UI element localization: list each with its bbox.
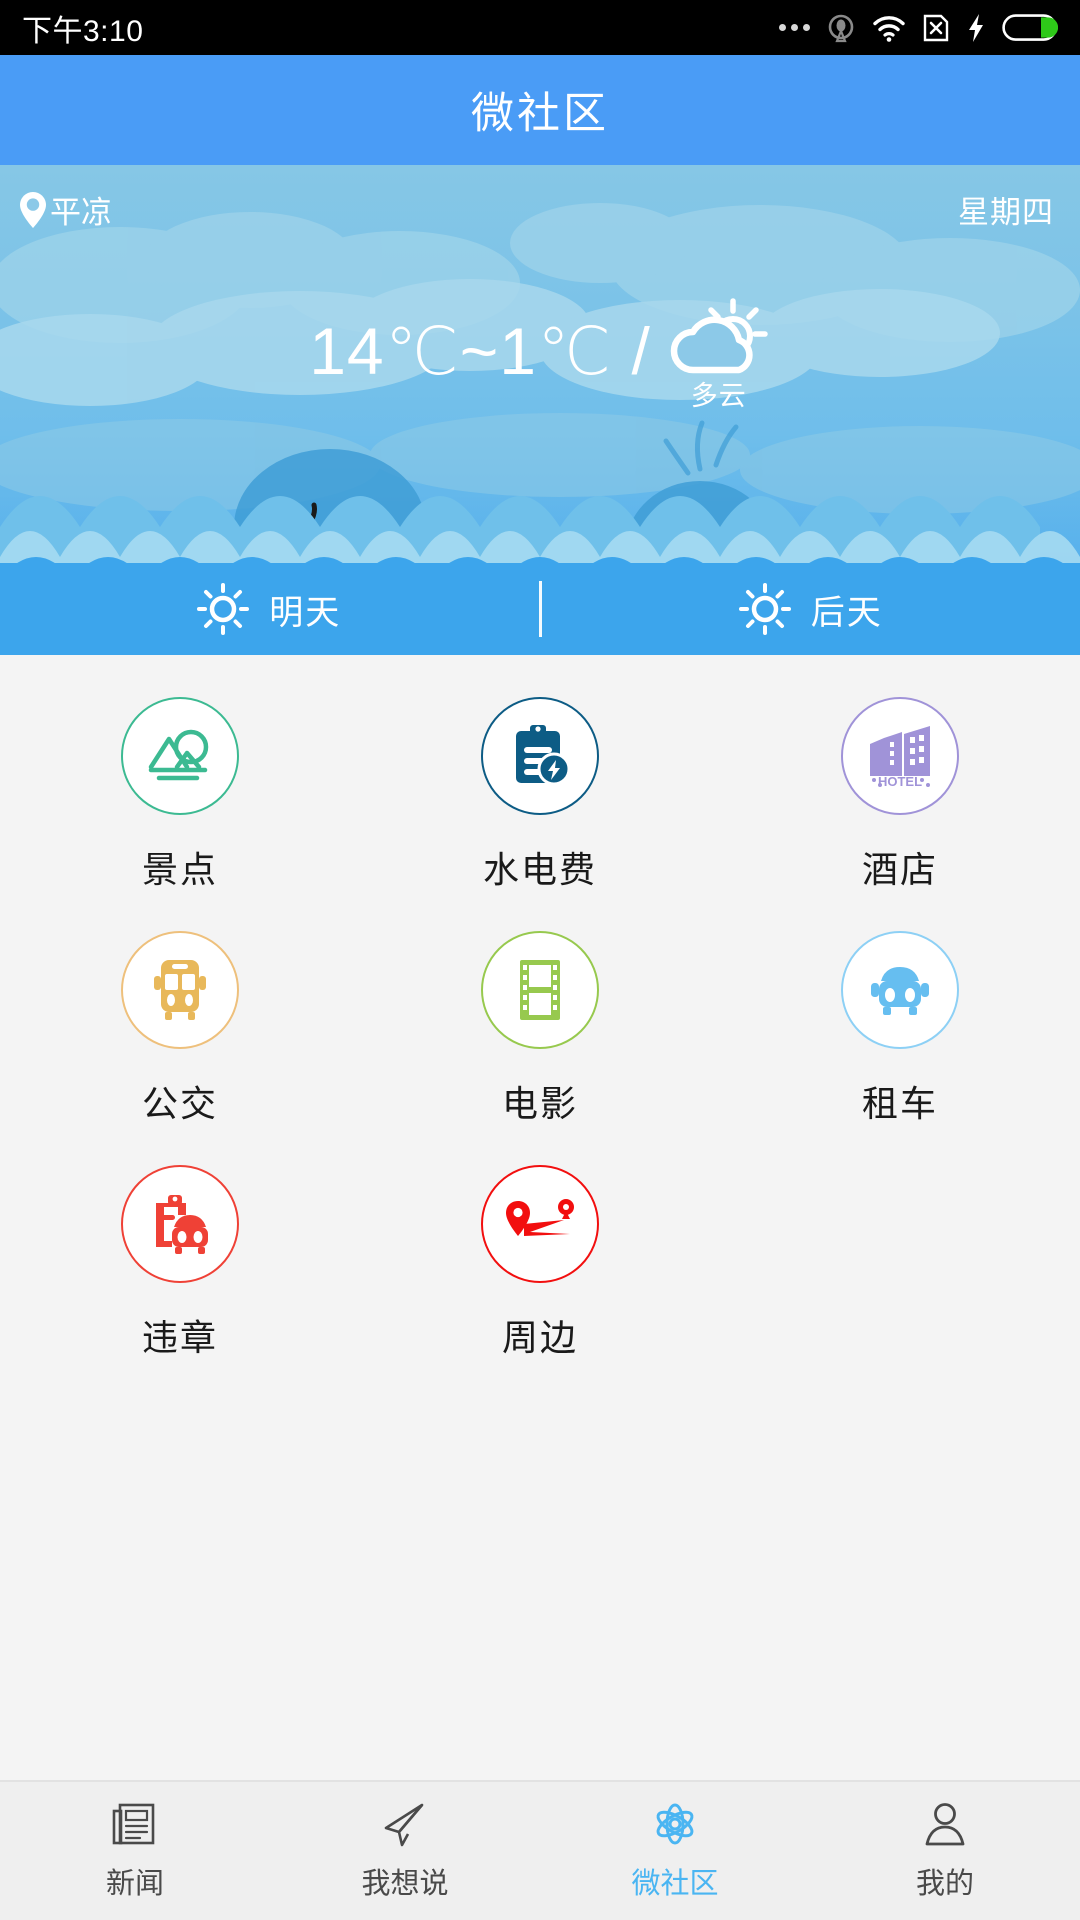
service-grid-row: 景点 水电费 HOTEL 酒店 (0, 697, 1080, 931)
service-grid-row: 违章 周边 (0, 1165, 1080, 1399)
clipboard-bolt-icon (516, 725, 571, 786)
utilities-icon-circle (481, 697, 599, 815)
car-icon (871, 967, 929, 1015)
service-label: 水电费 (482, 849, 597, 890)
service-item-utilities[interactable]: 水电费 (360, 697, 720, 931)
app-header: 微社区 (0, 55, 1080, 165)
service-grid: 景点 水电费 HOTEL 酒店 公交 电影 租车 违章 周边 (0, 655, 1080, 1693)
tab-label: 新闻 (105, 1868, 164, 1900)
status-icon-tray (779, 12, 1058, 44)
tab-i-want-to-say[interactable]: 我想说 (270, 1782, 540, 1920)
battery-icon (1002, 13, 1058, 41)
more-dots-icon (779, 24, 810, 31)
wifi-icon (873, 15, 905, 42)
service-item-bus[interactable]: 公交 (0, 931, 360, 1165)
hotel-buildings-icon: HOTEL (870, 726, 930, 788)
paper-plane-icon (384, 1803, 424, 1847)
weather-condition: 多云 (667, 296, 771, 413)
person-icon (925, 1803, 965, 1846)
service-item-scenic[interactable]: 景点 (0, 697, 360, 931)
service-grid-row: 公交 电影 租车 (0, 931, 1080, 1165)
sim-missing-icon (923, 14, 949, 41)
bus-icon-circle (121, 931, 239, 1049)
temperature-range: 14℃~1℃ / (309, 314, 651, 388)
service-item-violation[interactable]: 违章 (0, 1165, 360, 1399)
newspaper-icon (112, 1803, 155, 1845)
service-label: 公交 (141, 1083, 218, 1124)
service-item-movies[interactable]: 电影 (360, 931, 720, 1165)
service-label: 周边 (501, 1317, 578, 1358)
service-label: 租车 (861, 1083, 938, 1124)
tab-news[interactable]: 新闻 (0, 1782, 270, 1920)
page-title: 微社区 (471, 90, 609, 138)
carrental-icon-circle (841, 931, 959, 1049)
charging-bolt-icon (969, 13, 983, 42)
mountain-landscape-icon (148, 729, 209, 781)
film-strip-icon (520, 960, 560, 1020)
nearby-icon-circle (481, 1165, 599, 1283)
service-item-nearby[interactable]: 周边 (360, 1165, 720, 1399)
forecast-tomorrow-label: 明天 (269, 593, 342, 632)
service-item-carrental[interactable]: 租车 (720, 931, 1080, 1165)
tab-micro-community[interactable]: 微社区 (540, 1782, 810, 1920)
map-pin-icon (20, 191, 46, 228)
sun-icon (738, 583, 791, 635)
forecast-day-after-label: 后天 (810, 593, 883, 632)
violation-icon-circle (121, 1165, 239, 1283)
service-item-hotel[interactable]: HOTEL 酒店 (720, 697, 1080, 931)
condition-label: 多云 (690, 381, 747, 411)
atom-flower-icon (656, 1803, 694, 1845)
forecast-divider (538, 581, 542, 637)
hotel-icon-circle: HOTEL (841, 697, 959, 815)
location-area[interactable]: 平凉 (18, 187, 112, 232)
map-route-icon (506, 1199, 574, 1236)
forecast-day-after[interactable]: 后天 (542, 583, 1080, 635)
violation-car-icon (156, 1195, 208, 1254)
bus-icon (154, 960, 206, 1020)
sun-icon (197, 583, 250, 635)
bottom-tab-bar: 新闻 我想说 微社区 我的 (0, 1780, 1080, 1920)
tab-label: 我想说 (361, 1868, 449, 1900)
sun-behind-cloud-icon (670, 298, 768, 374)
status-bar: 下午3:10 (0, 0, 1080, 55)
scenic-icon-circle (121, 697, 239, 815)
tab-mine[interactable]: 我的 (810, 1782, 1080, 1920)
service-item-empty (720, 1165, 1080, 1399)
service-label: 景点 (141, 849, 218, 890)
weather-top-bar: 平凉 星期四 (0, 165, 1080, 232)
svg-text:HOTEL: HOTEL (878, 774, 922, 788)
broadcast-icon (828, 14, 854, 42)
service-label: 电影 (501, 1083, 578, 1124)
service-label: 酒店 (861, 849, 938, 890)
location-name: 平凉 (50, 195, 112, 230)
tab-label: 微社区 (631, 1868, 719, 1900)
weekday-label: 星期四 (958, 195, 1054, 230)
forecast-tomorrow[interactable]: 明天 (0, 583, 539, 635)
movies-icon-circle (481, 931, 599, 1049)
forecast-bar: 明天 后天 (0, 563, 1080, 655)
weather-main: 14℃~1℃ / 多云 (0, 290, 1080, 413)
tab-label: 我的 (915, 1868, 974, 1900)
weather-panel[interactable]: 平凉 星期四 14℃~1℃ / 多云 明天 后天 (0, 165, 1080, 655)
service-label: 违章 (141, 1317, 218, 1358)
status-time: 下午3:10 (22, 14, 144, 48)
